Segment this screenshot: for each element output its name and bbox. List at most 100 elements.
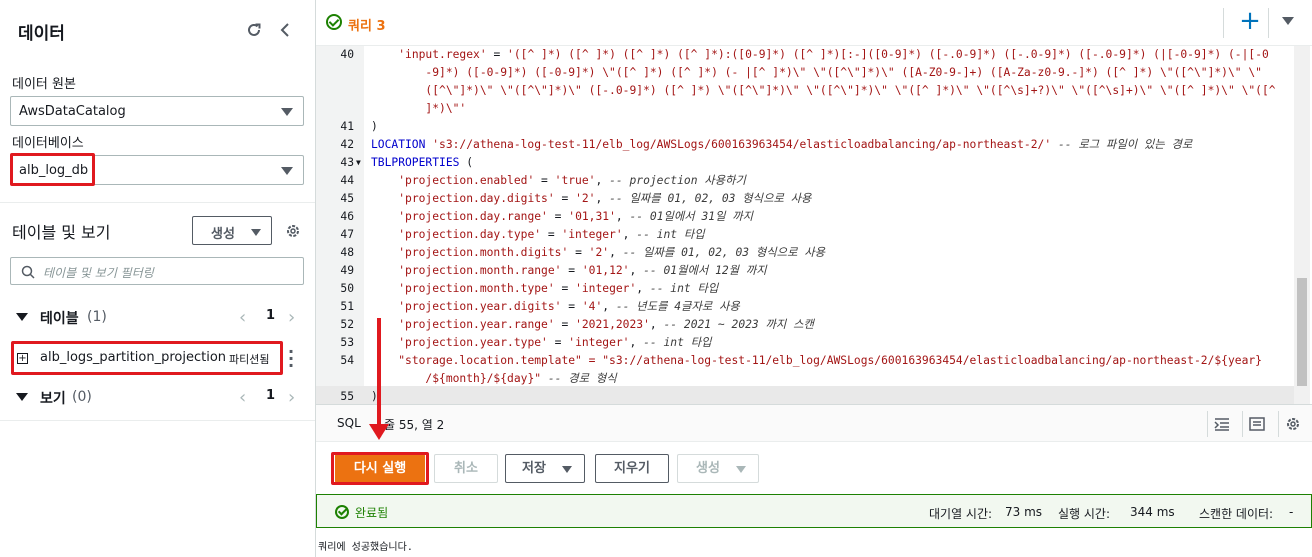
settings-gear-icon[interactable] (281, 219, 305, 243)
editor-settings-icon[interactable] (1278, 411, 1306, 437)
collapse-panel-icon[interactable] (273, 18, 297, 42)
search-icon (21, 265, 35, 279)
fold-arrow-icon[interactable]: ▼ (356, 154, 361, 172)
line-number: 47 (340, 228, 354, 241)
line-number: 49 (340, 264, 354, 277)
refresh-icon[interactable] (242, 18, 266, 42)
generate-dropdown-button[interactable]: 생성 (677, 454, 759, 483)
query-actions: 다시 실행 취소 저장 지우기 생성 (316, 442, 1312, 494)
prev-page-icon[interactable]: ‹ (239, 307, 246, 328)
code-text: 'projection.enabled' = 'true', -- projec… (371, 172, 746, 190)
query-editor-panel: 쿼리 3 + 40 'input.regex' = '([^ ]*) ([^ ]… (316, 0, 1312, 557)
code-token: 'projection.month.digits' (398, 246, 569, 259)
sql-editor[interactable]: 40 'input.regex' = '([^ ]*) ([^ ]*) ([^ … (316, 46, 1312, 404)
keyboard-shortcuts-icon[interactable] (1242, 411, 1270, 437)
code-token: 'projection.day.type' (398, 228, 542, 241)
caret-down-icon (736, 466, 746, 473)
more-options-icon[interactable]: · · · (288, 344, 294, 374)
code-token: -- 경로 형식 (541, 372, 617, 385)
code-text: 'input.regex' = '([^ ]*) ([^ ]*) ([^ ]*)… (371, 46, 1269, 64)
code-token: -- 로그 파일이 있는 경로 (1051, 138, 1193, 151)
tables-section[interactable]: 테이블 (1) ‹ 1 › (0, 302, 315, 332)
code-token: = (561, 264, 582, 277)
divider (0, 202, 315, 203)
next-page-icon[interactable]: › (288, 307, 295, 328)
create-dropdown-button[interactable]: 생성 (192, 216, 272, 245)
success-check-icon (335, 505, 349, 519)
database-label: 데이터베이스 (12, 136, 84, 151)
chevron-down-icon (281, 108, 293, 116)
code-token: 'integer' (568, 336, 630, 349)
code-token: -- 2021 ~ 2023 까지 스캔 (663, 318, 814, 331)
caret-down-icon (562, 466, 572, 473)
line-number: 51 (340, 300, 354, 313)
code-token: ([^\"]*)\" \"([^\"]*)\" ([-.0-9]*) ([^ ]… (425, 84, 1276, 97)
tab-title: 쿼리 3 (348, 19, 386, 34)
prev-page-icon[interactable]: ‹ (239, 387, 246, 408)
code-text: ([^\"]*)\" \"([^\"]*)\" ([-.0-9]*) ([^ ]… (371, 82, 1276, 100)
tables-section-label: 테이블 (40, 311, 79, 327)
line-number: 44 (340, 174, 354, 187)
cancel-button[interactable]: 취소 (434, 454, 498, 483)
caret-down-icon (251, 229, 261, 236)
scrollbar-thumb[interactable] (1297, 278, 1307, 386)
code-token: LOCATION (371, 138, 433, 151)
format-query-icon[interactable] (1207, 411, 1235, 437)
code-token: , (602, 300, 616, 313)
query-tabs: 쿼리 3 + (316, 0, 1312, 46)
code-token: , (622, 228, 637, 241)
data-source-value: AwsDataCatalog (19, 104, 126, 119)
code-token: -- 일짜를 01, 02, 03 형식으로 사용 (609, 192, 812, 205)
code-token: 'projection.month.type' (398, 282, 555, 295)
line-number: 54 (340, 354, 354, 367)
clear-button[interactable]: 지우기 (595, 454, 669, 483)
line-number: 55 (340, 390, 354, 403)
result-message: 쿼리에 성공했습니다. (318, 542, 413, 553)
code-text: -9]*) ([-0-9]*) ([-0-9]*) \"([^ ]*) ([^ … (371, 64, 1262, 82)
next-page-icon[interactable]: › (288, 387, 295, 408)
expand-triangle-icon (16, 313, 28, 321)
save-dropdown-button[interactable]: 저장 (505, 454, 585, 483)
code-text: ]*)\"' (371, 100, 466, 118)
highlight-box-database (10, 153, 95, 186)
code-token: '2' (575, 192, 596, 205)
views-section[interactable]: 보기 (0) ‹ 1 › (0, 382, 315, 412)
code-token: -- projection 사용하기 (609, 174, 746, 187)
code-text: 'projection.day.range' = '01,31', -- 01일… (371, 208, 753, 226)
code-token: -- 01일에서 31일 까지 (629, 210, 754, 223)
chevron-down-icon[interactable] (1282, 17, 1294, 25)
views-section-label: 보기 (40, 391, 66, 407)
code-token: 'projection.year.type' (398, 336, 548, 349)
scanned-data-label: 스캔한 데이터: (1199, 507, 1274, 521)
scanned-data-value: - (1289, 505, 1294, 519)
code-token: 'projection.month.range' (398, 264, 562, 277)
tab-query-3[interactable]: 쿼리 3 (316, 4, 400, 42)
code-text: LOCATION 's3://athena-log-test-11/elb_lo… (371, 136, 1192, 154)
data-panel: 데이터 데이터 원본 AwsDataCatalog 데이터베이스 alb_log… (0, 0, 316, 557)
code-text: "storage.location.template" = "s3://athe… (371, 352, 1262, 370)
code-token: -- int 타입 (636, 228, 705, 241)
code-token: -- int 타입 (643, 336, 712, 349)
code-token: , (649, 318, 664, 331)
data-source-label: 데이터 원본 (12, 77, 76, 92)
code-text: /${month}/${day}" -- 경로 형식 (371, 370, 617, 388)
data-source-select[interactable]: AwsDataCatalog (10, 96, 304, 126)
code-token: 'input.regex' (398, 48, 487, 61)
line-number: 52 (340, 318, 354, 331)
code-token: ) (371, 120, 378, 133)
code-token: '([^ ]*) ([^ ]*) ([^ ]*) ([^ ]*):([0-9]*… (507, 48, 1269, 61)
code-token: 'integer' (561, 228, 623, 241)
code-token: = (568, 246, 589, 259)
line-number: 42 (340, 138, 354, 151)
divider (1268, 8, 1269, 38)
vertical-scrollbar[interactable] (1294, 46, 1310, 404)
add-tab-icon[interactable]: + (1236, 8, 1264, 36)
table-filter-input[interactable]: 테이블 및 보기 필터링 (10, 257, 304, 285)
code-token: '2' (588, 246, 610, 259)
